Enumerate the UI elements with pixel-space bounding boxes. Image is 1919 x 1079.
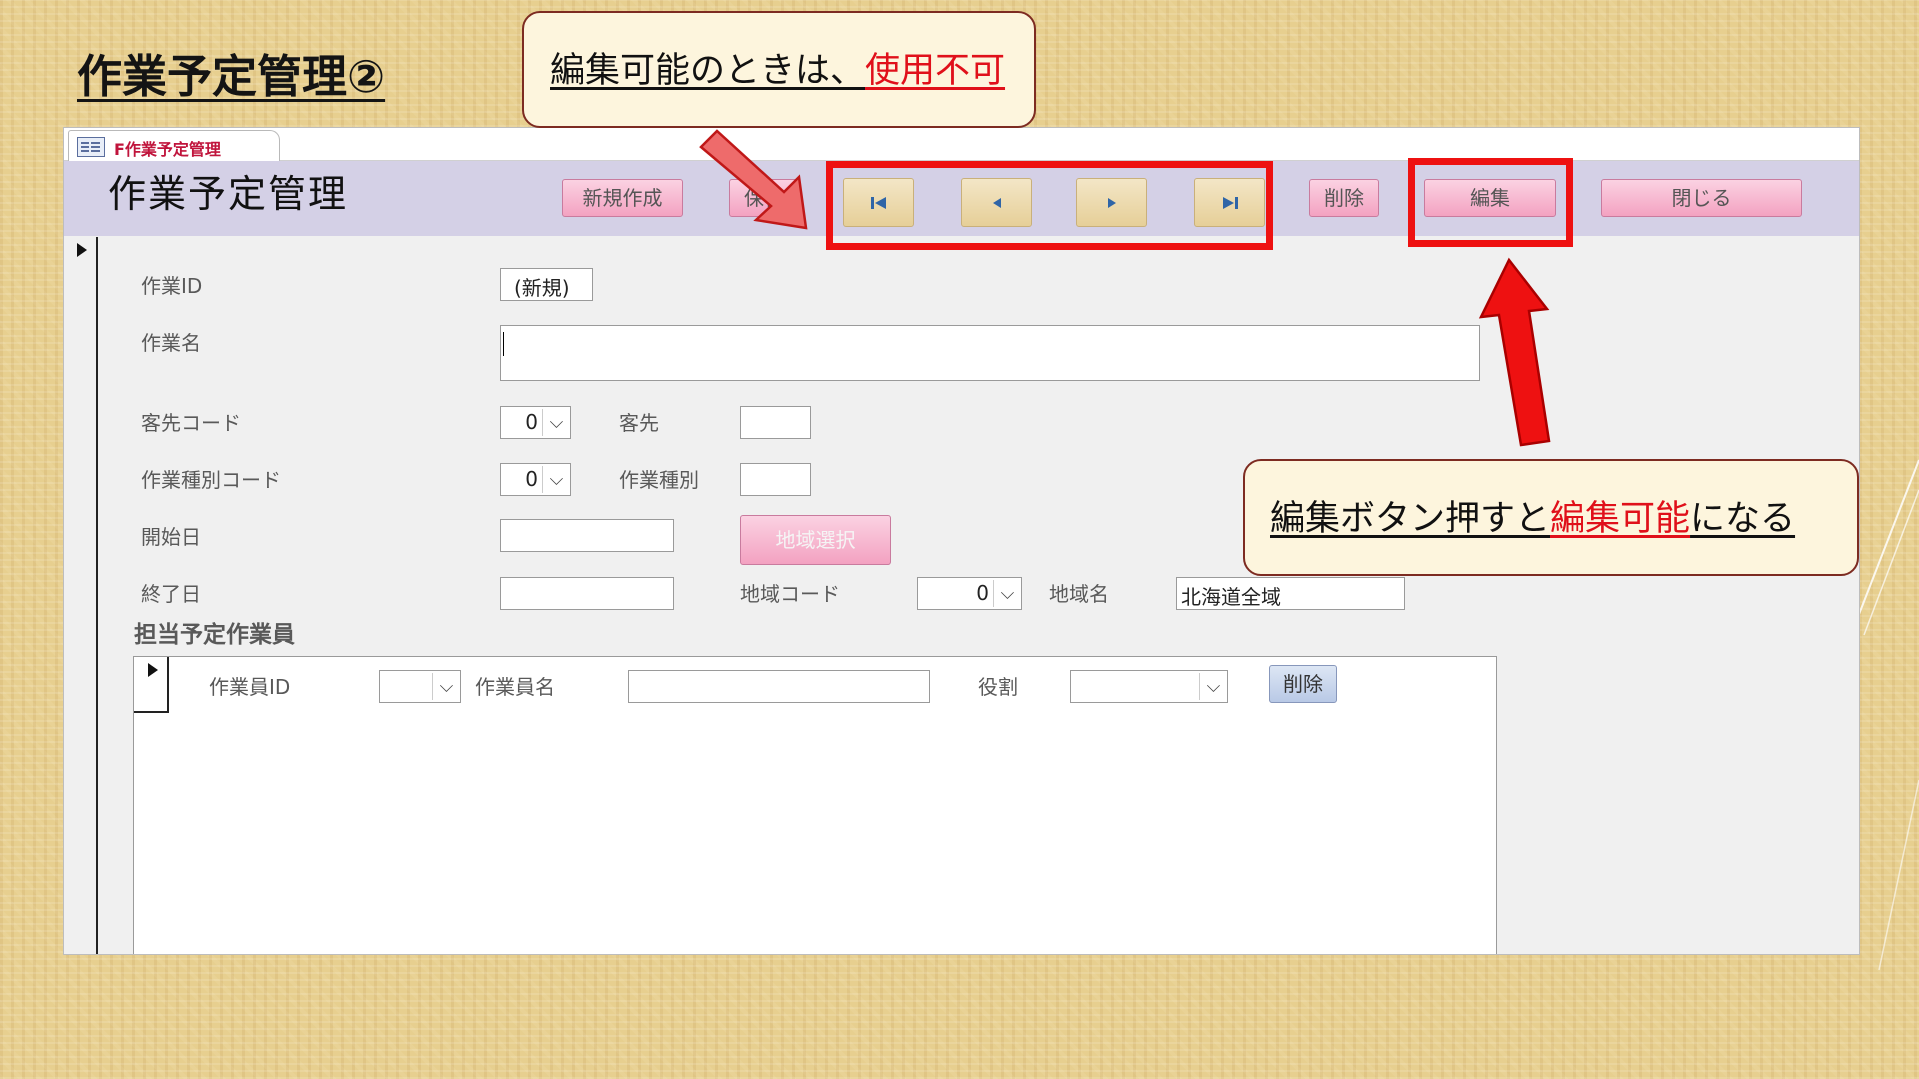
arrow-to-nav-buttons xyxy=(699,129,808,230)
arrow-to-edit-button xyxy=(1478,257,1551,447)
annotation-arrows xyxy=(699,129,1551,447)
